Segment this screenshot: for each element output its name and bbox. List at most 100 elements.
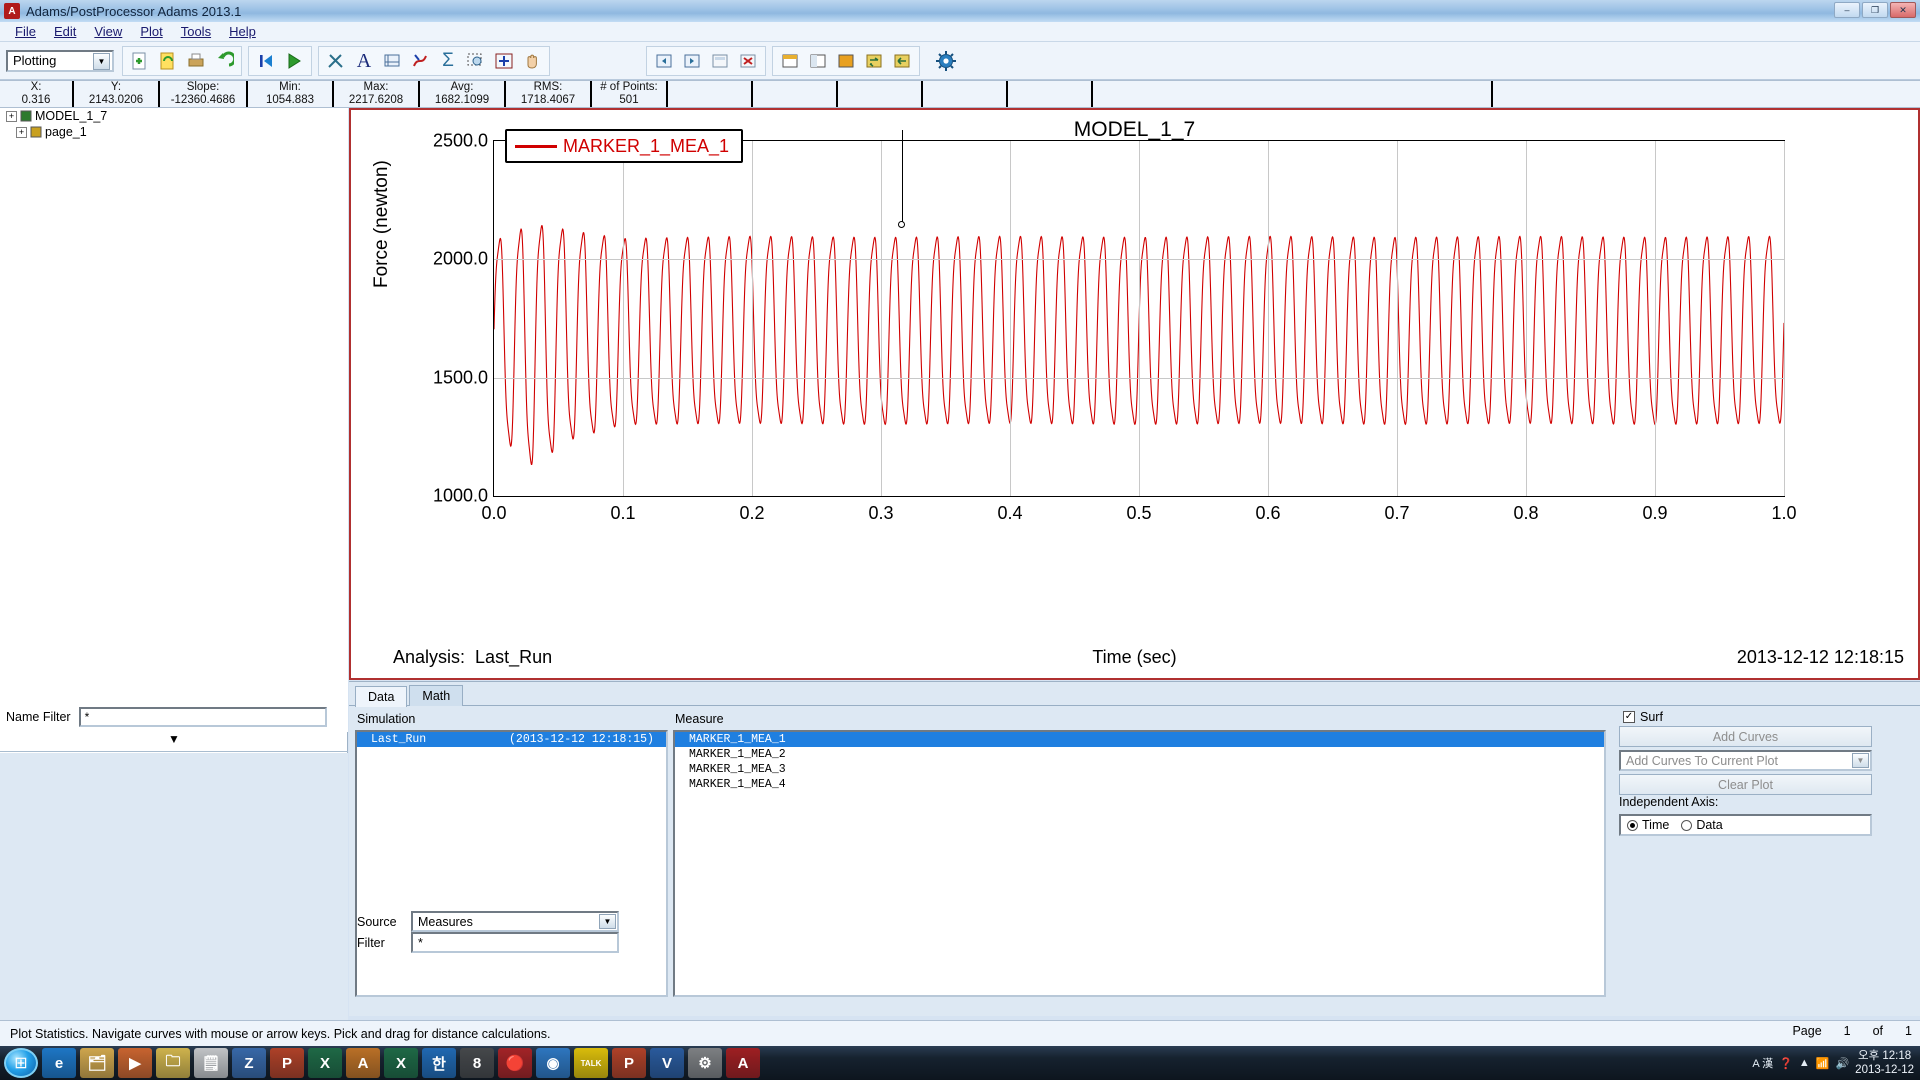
mode-select[interactable]: Plotting ▼ (6, 49, 114, 72)
simulation-list-item[interactable]: Last_Run (2013-12-12 12:18:15) (357, 732, 666, 747)
tree-expander-icon[interactable]: + (6, 110, 17, 122)
adams-view-icon[interactable]: ⚙ (688, 1048, 722, 1078)
tray-expand-icon[interactable]: ▲ (1799, 1057, 1810, 1069)
radio-data-dot[interactable] (1681, 819, 1693, 831)
reload-page-icon[interactable] (154, 47, 182, 75)
add-curves-button[interactable]: Add Curves (1619, 726, 1872, 747)
tree-node-page_1[interactable]: + page_1 (0, 124, 348, 140)
chrome-icon[interactable]: ◉ (536, 1048, 570, 1078)
excel-icon[interactable]: X (384, 1048, 418, 1078)
delete-page-icon[interactable] (734, 47, 762, 75)
new-page-icon[interactable] (126, 47, 154, 75)
menu-file[interactable]: File (6, 23, 45, 40)
close-button[interactable]: ✕ (1890, 2, 1916, 18)
menu-edit[interactable]: Edit (45, 23, 85, 40)
measure-list-item[interactable]: MARKER_1_MEA_2 (675, 747, 1604, 762)
file-explorer-icon[interactable]: 🗂 (80, 1048, 114, 1078)
tree-node-model_1_7[interactable]: + MODEL_1_7 (0, 108, 348, 124)
x-axis-tick-label: 0.7 (1384, 503, 1410, 523)
curve-math-icon[interactable] (406, 47, 434, 75)
taskbar-clock[interactable]: 오후 12:18 2013-12-12 (1855, 1049, 1914, 1078)
model-tree[interactable]: + MODEL_1_7 + page_1 (0, 108, 348, 708)
x-gridline (881, 141, 882, 496)
acrobat-icon[interactable]: 🔴 (498, 1048, 532, 1078)
start-button-icon[interactable]: ⊞ (4, 1048, 38, 1078)
powerpoint-icon[interactable]: P (270, 1048, 304, 1078)
zoom-select-icon[interactable] (462, 47, 490, 75)
settings-gear-icon[interactable] (932, 47, 960, 75)
tree-collapse-arrow[interactable]: ▼ (0, 732, 348, 752)
source-select[interactable]: Measures ▼ (411, 911, 619, 932)
print-icon[interactable] (182, 47, 210, 75)
layout-2-icon[interactable] (804, 47, 832, 75)
prev-view-icon[interactable] (650, 47, 678, 75)
simulation-list[interactable]: Last_Run (2013-12-12 12:18:15) (355, 730, 668, 997)
editor-icon[interactable]: 8 (460, 1048, 494, 1078)
surf-checkbox-row[interactable]: ✓ Surf (1623, 710, 1663, 724)
play-animation-icon[interactable] (280, 47, 308, 75)
tab-data[interactable]: Data (355, 686, 408, 707)
folder-icon[interactable]: 🗀 (156, 1048, 190, 1078)
surf-checkbox[interactable]: ✓ (1623, 711, 1635, 723)
measure-list-item[interactable]: MARKER_1_MEA_1 (675, 732, 1604, 747)
name-filter-input[interactable]: * (78, 707, 327, 727)
radio-time[interactable]: Time (1627, 818, 1669, 832)
menu-view[interactable]: View (85, 23, 131, 40)
visio-icon[interactable]: V (650, 1048, 684, 1078)
tab-math[interactable]: Math (409, 685, 464, 706)
swap-axes-icon[interactable] (860, 47, 888, 75)
next-view-icon[interactable] (678, 47, 706, 75)
radio-data-label: Data (1696, 818, 1723, 832)
tree-expander-icon[interactable]: + (16, 126, 27, 138)
maximize-button[interactable]: ❐ (1862, 2, 1888, 18)
axis-tool-icon[interactable] (378, 47, 406, 75)
sigma-icon[interactable]: Σ (434, 47, 462, 75)
layout-3-icon[interactable] (832, 47, 860, 75)
radio-data[interactable]: Data (1681, 818, 1723, 832)
minimize-button[interactable]: – (1834, 2, 1860, 18)
alzip-icon[interactable]: Z (232, 1048, 266, 1078)
clear-plot-icon[interactable] (322, 47, 350, 75)
title-bar: A Adams/PostProcessor Adams 2013.1 – ❐ ✕ (0, 0, 1920, 22)
tray-network-icon[interactable]: 📶 (1816, 1057, 1830, 1070)
back-icon[interactable] (888, 47, 916, 75)
layout-1-icon[interactable] (776, 47, 804, 75)
chevron-down-icon[interactable]: ▼ (1852, 753, 1869, 768)
menu-plot[interactable]: Plot (131, 23, 171, 40)
measure-list-item[interactable]: MARKER_1_MEA_4 (675, 777, 1604, 792)
text-tool-icon[interactable]: A (350, 47, 378, 75)
stat-of-points: # of Points: 501 (592, 81, 668, 107)
hancom-icon[interactable]: 한 (422, 1048, 456, 1078)
chevron-down-icon[interactable]: ▼ (93, 52, 110, 70)
tray-volume-icon[interactable]: 🔊 (1835, 1057, 1849, 1070)
clear-plot-button[interactable]: Clear Plot (1619, 774, 1872, 795)
adams-postprocessor-icon[interactable]: A (726, 1048, 760, 1078)
plot-viewport[interactable]: MODEL_1_7 Force (newton) 0.0 0.1 0.2 0.3 0.4… (349, 108, 1920, 680)
first-page-icon[interactable] (252, 47, 280, 75)
copy-page-icon[interactable] (706, 47, 734, 75)
fit-view-icon[interactable] (490, 47, 518, 75)
kakaotalk-icon[interactable]: TALK (574, 1048, 608, 1078)
pan-hand-icon[interactable] (518, 47, 546, 75)
powerpoint-open-icon[interactable]: P (612, 1048, 646, 1078)
internet-explorer-icon[interactable]: e (42, 1048, 76, 1078)
undo-icon[interactable] (210, 47, 238, 75)
excel-viewer-icon[interactable]: X (308, 1048, 342, 1078)
notes-icon[interactable]: 🗒 (194, 1048, 228, 1078)
cursor-vertical-line[interactable] (901, 130, 903, 226)
radio-time-dot[interactable] (1627, 819, 1638, 831)
chevron-down-icon[interactable]: ▼ (599, 914, 616, 929)
measure-list-item[interactable]: MARKER_1_MEA_3 (675, 762, 1604, 777)
measure-list[interactable]: MARKER_1_MEA_1 MARKER_1_MEA_2 MARKER_1_MEA… (673, 730, 1606, 997)
filter-input[interactable]: * (411, 932, 619, 953)
add-curves-to-current-plot-select[interactable]: Add Curves To Current Plot ▼ (1619, 750, 1872, 771)
name-filter-label: Name Filter (6, 710, 71, 724)
ime-indicator[interactable]: A 漢 (1752, 1055, 1773, 1071)
autodesk-icon[interactable]: A (346, 1048, 380, 1078)
menu-tools[interactable]: Tools (172, 23, 220, 40)
menu-help[interactable]: Help (220, 23, 265, 40)
media-player-icon[interactable]: ▶ (118, 1048, 152, 1078)
tray-help-icon[interactable]: ❓ (1779, 1057, 1793, 1070)
plot-legend[interactable]: MARKER_1_MEA_1 (505, 129, 743, 163)
page-indicator: Page 1 of 1 (1792, 1024, 1912, 1038)
